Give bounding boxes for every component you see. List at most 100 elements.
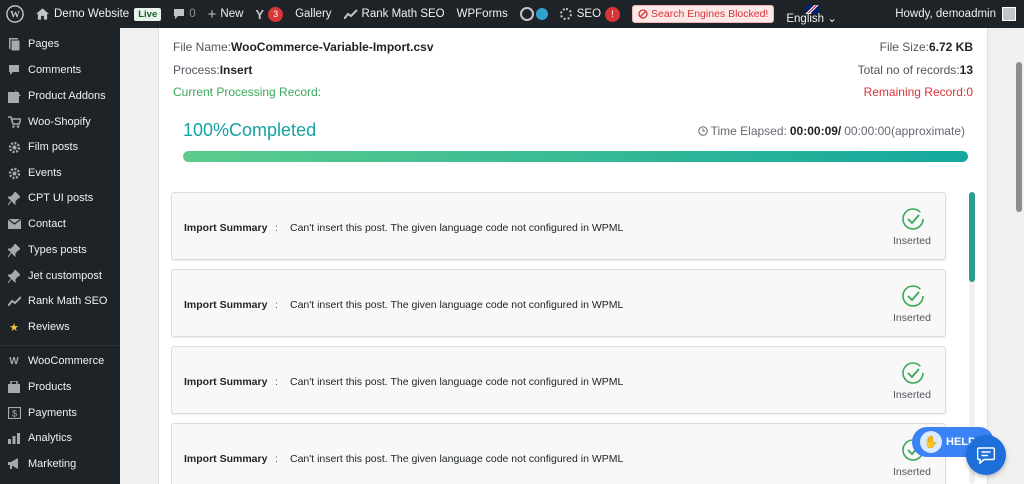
summary-label: Import Summary [184, 222, 268, 234]
gallery-link[interactable]: Gallery [289, 0, 337, 28]
home-icon [36, 8, 49, 20]
remaining-record: Remaining Record:0 [863, 85, 973, 99]
sidebar-item-label: Pages [28, 38, 60, 50]
status-text: Inserted [893, 235, 931, 247]
sidebar-item-products[interactable]: Products [0, 375, 120, 399]
blocked-icon [638, 9, 648, 19]
elapsed-value: 00:00:09/ [789, 124, 842, 138]
import-panel: File Name:WooCommerce-Variable-Import.cs… [158, 28, 988, 484]
progress-bar [183, 151, 968, 162]
sidebar-item-contact[interactable]: Contact [0, 212, 120, 236]
wpforms-link[interactable]: WPForms [451, 0, 514, 28]
summary-separator: : [275, 376, 278, 388]
site-name: Demo Website [54, 8, 130, 20]
summary-label: Import Summary [184, 453, 268, 465]
sidebar-item-jet-custompost[interactable]: Jet custompost [0, 264, 120, 288]
list-item: Import Summary : Can't insert this post.… [171, 423, 946, 484]
admin-sidebar: Pages Comments Product Addons Woo-Shopif… [0, 28, 120, 484]
yoast-icon: Y [255, 6, 265, 22]
sidebar-item-pages[interactable]: Pages [0, 32, 120, 56]
summary-scrollbar-thumb[interactable] [969, 192, 975, 282]
summary-message: Can't insert this post. The given langua… [290, 299, 624, 311]
sidebar-item-label: Reviews [28, 321, 70, 333]
process: Process:Insert [173, 63, 253, 77]
sidebar-item-types-posts[interactable]: Types posts [0, 238, 120, 262]
sidebar-item-label: Rank Math SEO [28, 295, 108, 307]
sidebar-item-film-posts[interactable]: Film posts [0, 135, 120, 159]
sidebar-item-woo-shopify[interactable]: Woo-Shopify [0, 110, 120, 134]
hand-icon: ✋ [920, 431, 942, 453]
status-text: Inserted [893, 466, 931, 478]
admin-bar: W Demo Website Live 0 + New Y 3 Gallery … [0, 0, 1024, 28]
rankmath-label: Rank Math SEO [361, 8, 445, 20]
chat-icon [977, 446, 995, 464]
sidebar-item-product-addons[interactable]: Product Addons [0, 84, 120, 108]
pin-icon [7, 243, 21, 257]
current-processing-record: Current Processing Record: [173, 85, 322, 99]
sidebar-item-label: Comments [28, 64, 82, 76]
new-content-link[interactable]: + New [202, 0, 250, 28]
file-size: File Size:6.72 KB [879, 40, 973, 54]
sidebar-item-label: Film posts [28, 141, 79, 153]
my-account-link[interactable]: Howdy, demoadmin [889, 0, 1024, 28]
sidebar-item-payments[interactable]: $ Payments [0, 401, 120, 425]
sidebar-item-rank-math-seo[interactable]: Rank Math SEO [0, 289, 120, 313]
woo-icon: W [9, 355, 19, 367]
rankmath-link[interactable]: Rank Math SEO [338, 0, 451, 28]
summary-label: Import Summary [184, 376, 268, 388]
avatar [1002, 7, 1016, 21]
sidebar-item-label: Events [28, 167, 62, 179]
sidebar-item-analytics[interactable]: Analytics [0, 426, 120, 450]
wpml-icons[interactable] [514, 0, 554, 28]
list-item: Import Summary : Can't insert this post.… [171, 346, 946, 414]
q-icon [519, 7, 534, 21]
page-scrollbar-thumb[interactable] [1016, 62, 1022, 212]
summary-message: Can't insert this post. The given langua… [290, 222, 624, 234]
status-text: Inserted [893, 389, 931, 401]
sidebar-item-label: Woo-Shopify [28, 116, 91, 128]
payments-icon: $ [7, 406, 21, 420]
sidebar-item-reviews[interactable]: ★ Reviews [0, 315, 120, 339]
sidebar-item-woocommerce[interactable]: W WooCommerce [0, 349, 120, 373]
sidebar-item-comments[interactable]: Comments [0, 58, 120, 82]
list-item: Import Summary : Can't insert this post.… [171, 192, 946, 260]
sidebar-item-marketing[interactable]: Marketing [0, 452, 120, 476]
seo-link[interactable]: SEO ! [554, 0, 626, 28]
sidebar-item-label: WooCommerce [28, 355, 105, 367]
search-engines-blocked[interactable]: Search Engines Blocked! [626, 0, 780, 28]
sidebar-item-label: Jet custompost [28, 270, 102, 282]
total-records: Total no of records:13 [857, 63, 973, 77]
yoast-link[interactable]: Y 3 [249, 0, 289, 28]
time-elapsed: Time Elapsed: 00:00:09/ 00:00:00(approxi… [697, 124, 965, 138]
chevron-down-icon: ⌄ [827, 13, 837, 25]
sidebar-item-label: Marketing [28, 458, 77, 470]
site-name-link[interactable]: Demo Website Live [30, 0, 167, 28]
seo-label: SEO [576, 8, 602, 20]
check-circle-icon [902, 285, 924, 307]
check-circle-icon [902, 362, 924, 384]
summary-message: Can't insert this post. The given langua… [290, 453, 624, 465]
language-switcher[interactable]: English ⌄ [780, 0, 843, 28]
megaphone-icon [7, 457, 21, 471]
gear-icon [7, 166, 21, 180]
summary-separator: : [275, 453, 278, 465]
main-content: File Name:WooCommerce-Variable-Import.cs… [120, 28, 1014, 484]
wordpress-logo-icon[interactable]: W [0, 0, 30, 28]
chat-button[interactable] [966, 435, 1006, 475]
comments-link[interactable]: 0 [167, 0, 201, 28]
import-summary-list[interactable]: Import Summary : Can't insert this post.… [171, 192, 947, 484]
blocked-badge: Search Engines Blocked! [632, 5, 775, 23]
summary-separator: : [275, 222, 278, 234]
record-info-row: Current Processing Record: Remaining Rec… [173, 85, 973, 99]
sidebar-item-label: Analytics [28, 432, 73, 444]
mail-icon [7, 217, 21, 231]
status-text: Inserted [893, 312, 931, 324]
sidebar-item-cpt-ui-posts[interactable]: CPT UI posts [0, 186, 120, 210]
comment-icon [174, 9, 185, 19]
svg-text:$: $ [11, 409, 16, 419]
rankmath-icon [343, 9, 358, 19]
sidebar-item-events[interactable]: Events [0, 161, 120, 185]
sidebar-item-label: Payments [28, 407, 77, 419]
new-label: New [220, 8, 244, 20]
seo-gear-icon [559, 8, 572, 20]
